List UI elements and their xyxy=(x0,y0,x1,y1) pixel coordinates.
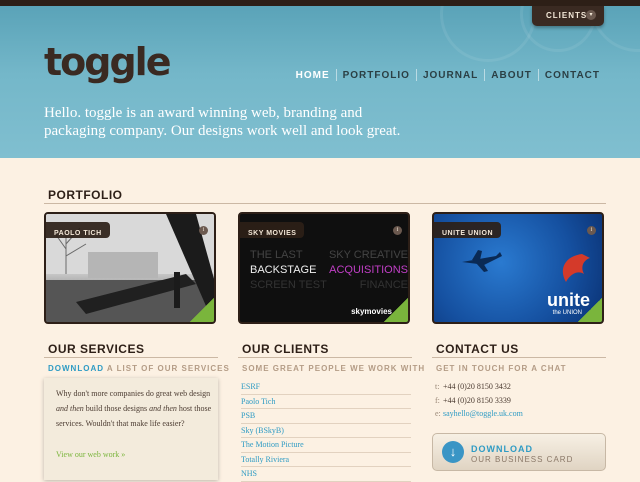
view-web-work-link[interactable]: View our web work » xyxy=(56,450,125,459)
services-body: Why don't more companies do great web de… xyxy=(56,386,212,431)
clients-rule xyxy=(238,357,412,358)
portfolio-caption: SKY MOVIES xyxy=(240,222,305,238)
portfolio-caption: PAOLO TICH xyxy=(46,222,110,238)
sky-line: ACQUISITIONS xyxy=(329,264,408,276)
portfolio-caption: UNITE UNION xyxy=(434,222,501,238)
services-body-text: Why don't more companies do great web de… xyxy=(56,389,211,398)
button-label-primary: DOWNLOAD xyxy=(471,444,533,454)
download-icon: ↓ xyxy=(442,441,464,463)
client-list: ESRF Paolo Tich PSB Sky (BSkyB) The Moti… xyxy=(241,380,411,482)
tagline: Hello. toggle is an award winning web, b… xyxy=(44,105,401,139)
nav-home[interactable]: HOME xyxy=(290,70,336,81)
info-icon[interactable]: i xyxy=(199,226,208,235)
portfolio-item-paolo-tich[interactable]: PAOLO TICH i xyxy=(44,212,216,324)
info-icon[interactable]: i xyxy=(587,226,596,235)
portfolio-caption-text: PAOLO TICH xyxy=(54,230,102,237)
sky-line: SKY CREATIVE xyxy=(328,249,408,261)
main-nav: HOME PORTFOLIO JOURNAL ABOUT CONTACT xyxy=(290,69,606,81)
sky-text-grid: THE LAST SKY CREATIVE BACKSTAGE ACQUISITIO… xyxy=(250,248,408,293)
services-rule xyxy=(44,357,218,358)
corner-flag xyxy=(570,290,602,322)
services-subtitle: DOWNLOAD A LIST OF OUR SERVICES xyxy=(48,364,230,373)
button-label-secondary: OUR BUSINESS CARD xyxy=(471,455,574,464)
logo[interactable]: toggle xyxy=(44,40,171,84)
client-link[interactable]: The Motion Picture xyxy=(241,438,411,453)
client-link[interactable]: ESRF xyxy=(241,380,411,395)
download-services-link[interactable]: DOWNLOAD xyxy=(48,364,104,373)
services-subtitle-text: A LIST OF OUR SERVICES xyxy=(104,364,230,373)
header: CLIENTS ▾ toggle HOME PORTFOLIO JOURNAL … xyxy=(0,6,640,158)
nav-journal[interactable]: JOURNAL xyxy=(417,70,484,81)
portfolio-title: PORTFOLIO xyxy=(48,188,123,202)
clients-tab-label: CLIENTS xyxy=(546,11,588,20)
corner-flag xyxy=(376,290,408,322)
sky-line: SCREEN TEST xyxy=(250,279,327,291)
nav-contact[interactable]: CONTACT xyxy=(539,70,606,81)
download-business-card-button[interactable]: ↓ DOWNLOAD OUR BUSINESS CARD xyxy=(432,433,606,471)
chevron-down-icon: ▾ xyxy=(586,10,596,20)
contact-subtitle: GET IN TOUCH FOR A CHAT xyxy=(436,364,567,373)
phone-value: +44 (0)20 8150 3432 xyxy=(443,382,511,391)
phone-line: t: +44 (0)20 8150 3432 xyxy=(435,380,605,394)
fax-key: f: xyxy=(435,395,440,405)
phone-key: t: xyxy=(435,382,440,391)
info-icon[interactable]: i xyxy=(393,226,402,235)
nav-about[interactable]: ABOUT xyxy=(485,70,538,81)
fax-line: f: +44 (0)20 8150 3339 xyxy=(435,394,605,408)
portfolio-caption-text: UNITE UNION xyxy=(442,230,493,237)
services-body-text: build those designs xyxy=(83,404,150,413)
services-title: OUR SERVICES xyxy=(48,342,145,356)
clients-subtitle: SOME GREAT PEOPLE WE WORK WITH xyxy=(242,364,426,373)
client-link[interactable]: NHS xyxy=(241,467,411,482)
portfolio-rule xyxy=(44,203,606,204)
client-link[interactable]: Sky (BSkyB) xyxy=(241,424,411,438)
email-key: e: xyxy=(435,409,441,418)
client-link[interactable]: Paolo Tich xyxy=(241,395,411,409)
services-body-emphasis: and then xyxy=(56,404,84,413)
email-line: e: sayhello@toggle.uk.com xyxy=(435,407,605,421)
clients-title: OUR CLIENTS xyxy=(242,342,329,356)
client-link[interactable]: Totally Riviera xyxy=(241,453,411,467)
client-link[interactable]: PSB xyxy=(241,409,411,424)
sky-line: THE LAST xyxy=(250,249,303,261)
clients-tab[interactable]: CLIENTS ▾ xyxy=(532,6,604,26)
contact-rule xyxy=(432,357,606,358)
portfolio-caption-text: SKY MOVIES xyxy=(248,230,297,237)
sky-line: BACKSTAGE xyxy=(250,264,317,276)
fax-value: +44 (0)20 8150 3339 xyxy=(443,395,511,405)
nav-portfolio[interactable]: PORTFOLIO xyxy=(337,70,416,81)
services-card: Why don't more companies do great web de… xyxy=(44,378,218,480)
portfolio-item-unite-union[interactable]: unite the UNION UNITE UNION i xyxy=(432,212,604,324)
portfolio-item-sky-movies[interactable]: THE LAST SKY CREATIVE BACKSTAGE ACQUISITIO… xyxy=(238,212,410,324)
contact-details: t: +44 (0)20 8150 3432 f: +44 (0)20 8150 3… xyxy=(435,380,605,421)
email-link[interactable]: sayhello@toggle.uk.com xyxy=(443,409,523,418)
services-body-emphasis: and then xyxy=(149,404,177,413)
corner-flag xyxy=(182,290,214,322)
contact-title: CONTACT US xyxy=(436,342,519,356)
